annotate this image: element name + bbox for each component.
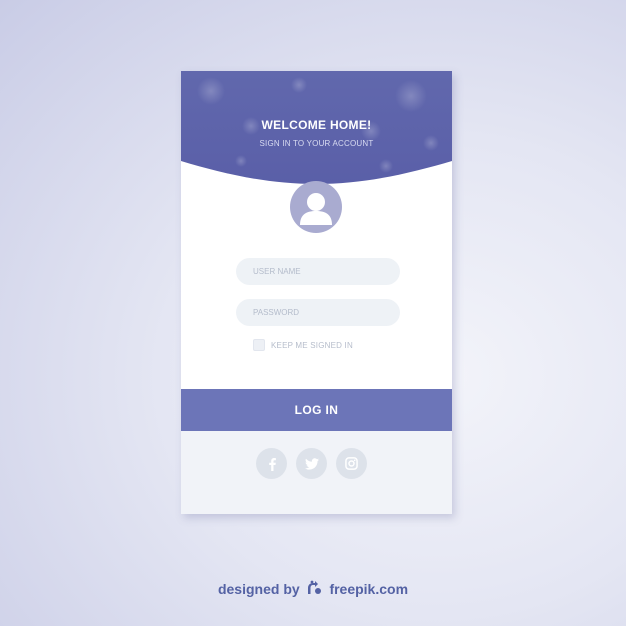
facebook-icon	[268, 457, 276, 471]
twitter-button[interactable]	[296, 448, 327, 479]
username-input[interactable]	[236, 258, 400, 285]
designed-by-credit: designed by freepik.com	[0, 580, 626, 599]
header-wave-background	[181, 71, 452, 184]
instagram-button[interactable]	[336, 448, 367, 479]
freepik-logo-icon	[306, 580, 324, 599]
login-card: WELCOME HOME! SIGN IN TO YOUR ACCOUNT KE…	[181, 71, 452, 514]
twitter-icon	[304, 457, 319, 470]
social-footer	[181, 431, 452, 514]
keep-signed-in-option[interactable]: KEEP ME SIGNED IN	[253, 339, 353, 351]
page-title: WELCOME HOME!	[261, 118, 372, 132]
login-button[interactable]: LOG IN	[181, 389, 452, 431]
card-header: WELCOME HOME! SIGN IN TO YOUR ACCOUNT	[181, 71, 452, 271]
password-input[interactable]	[236, 299, 400, 326]
keep-signed-in-label: KEEP ME SIGNED IN	[271, 340, 353, 350]
user-icon	[300, 193, 332, 225]
avatar	[290, 181, 342, 233]
instagram-icon	[345, 457, 358, 470]
facebook-button[interactable]	[256, 448, 287, 479]
credit-prefix: designed by	[217, 581, 300, 597]
keep-signed-in-checkbox[interactable]	[253, 339, 265, 351]
credit-brand[interactable]: freepik.com	[329, 581, 408, 597]
page-subtitle: SIGN IN TO YOUR ACCOUNT	[259, 139, 374, 148]
